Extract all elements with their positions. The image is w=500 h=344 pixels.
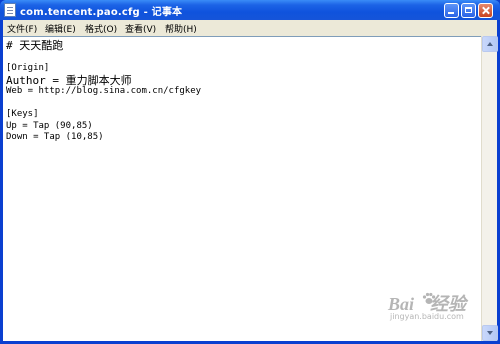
maximize-button[interactable]: [461, 3, 476, 18]
text-line: [6, 98, 481, 110]
window-title: com.tencent.pao.cfg - 记事本: [20, 7, 183, 18]
text-line: Down = Tap (10,85): [6, 132, 104, 142]
baidu-watermark: Bai 经验 jingyan.baidu.com: [388, 290, 496, 330]
text-line: Web = http://blog.sina.com.cn/cfgkey: [6, 86, 202, 96]
menu-view[interactable]: 查看(V): [125, 22, 156, 35]
menu-file[interactable]: 文件(F): [7, 22, 37, 35]
text-line: [Keys]: [6, 109, 39, 119]
watermark-logo-left: Bai: [388, 294, 415, 314]
text-line: Author = 重力脚本大师: [6, 73, 132, 87]
title-bar[interactable]: com.tencent.pao.cfg - 记事本: [0, 0, 500, 20]
paw-icon: [422, 292, 436, 304]
text-line: Up = Tap (90,85): [6, 120, 93, 131]
menu-help[interactable]: 帮助(H): [165, 22, 197, 35]
close-button[interactable]: [478, 3, 493, 18]
text-line: [Origin]: [6, 63, 50, 73]
text-line: # 天天酷跑: [6, 39, 64, 52]
watermark-url: jingyan.baidu.com: [390, 312, 464, 321]
menu-bar: 文件(F) 编辑(E) 格式(O) 查看(V) 帮助(H): [3, 20, 497, 36]
text-line: [6, 52, 481, 64]
notepad-icon[interactable]: [4, 3, 16, 17]
menu-edit[interactable]: 编辑(E): [45, 22, 76, 35]
menu-format[interactable]: 格式(O): [85, 22, 117, 35]
minimize-button[interactable]: [444, 3, 459, 18]
scroll-up-button[interactable]: [482, 36, 498, 52]
